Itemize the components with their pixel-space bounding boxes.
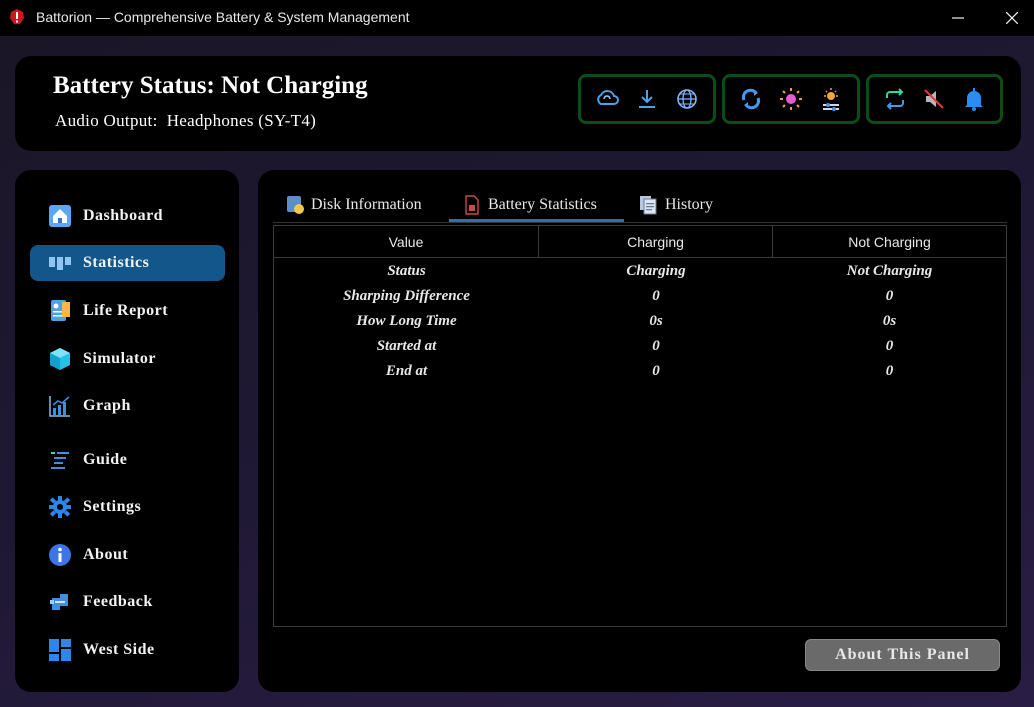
tab-label: Battery Statistics [488,196,597,213]
main-panel: Disk Information Battery Statistics Hist… [258,170,1021,692]
display-brightness-icon[interactable] [818,86,844,112]
sync-icon[interactable] [738,86,764,112]
refresh-icon[interactable] [882,86,908,112]
sidebar-item-feedback[interactable]: Feedback [30,584,225,620]
window-title: Battorion — Comprehensive Battery & Syst… [36,9,410,25]
sidebar-item-label: Statistics [83,254,150,271]
table-body: Status Charging Not Charging Sharping Di… [274,259,1006,384]
home-icon [48,204,72,228]
guide-icon [48,448,72,472]
gear-icon [48,495,72,519]
sidebar-item-simulator[interactable]: Simulator [30,341,225,377]
sidebar-item-label: Dashboard [83,207,164,224]
audio-output-value: Headphones (SY-T4) [166,111,317,130]
tab-disk-information[interactable]: Disk Information [285,190,422,220]
not-charging-cell: Not Charging [846,263,933,279]
sidebar-item-about[interactable]: About [30,537,225,573]
sidebar-item-statistics[interactable]: Statistics [30,245,225,281]
sidebar-item-guide[interactable]: Guide [30,442,225,478]
tab-history[interactable]: History [639,190,713,220]
sidebar-item-label: About [83,546,129,563]
not-charging-cell: 0 [885,363,894,379]
charging-cell: 0 [652,288,660,304]
sidebar-item-label: Guide [83,451,128,468]
tab-label: Disk Information [311,196,422,213]
sidebar-item-label: Settings [83,498,142,515]
column-header-value[interactable]: Value [274,226,539,257]
audio-output-line: Audio Output: Headphones (SY-T4) [55,111,316,131]
bell-icon[interactable] [961,86,987,112]
feedback-icon [48,590,72,614]
disk-icon [285,195,305,215]
grid-icon [48,638,72,662]
not-charging-cell: 0s [882,313,897,329]
column-header-charging[interactable]: Charging [539,226,773,257]
sidebar-item-label: Life Report [83,302,169,319]
graph-icon [48,394,72,418]
toolbar-group-network [578,74,716,124]
table-header: Value Charging Not Charging [274,226,1006,258]
status-header: Battery Status: Not Charging Audio Outpu… [15,56,1021,151]
table-row: End at 0 0 [274,359,1006,384]
row-label: Status [387,263,426,279]
tab-battery-statistics[interactable]: Battery Statistics [462,190,597,220]
audio-output-label: Audio Output: [55,111,158,130]
minimize-button[interactable] [935,0,981,36]
charging-cell: Charging [626,263,686,279]
sidebar-item-west-side[interactable]: West Side [30,632,225,668]
statistics-icon [48,251,72,275]
history-icon [639,195,659,215]
table-row: Status Charging Not Charging [274,259,1006,284]
sidebar: Dashboard Statistics Life Report Simulat… [15,170,239,692]
table-row: Sharping Difference 0 0 [274,284,1006,309]
toolbar-group-system [866,74,1003,124]
sidebar-item-label: Feedback [83,593,153,610]
battery-statistics-table: Value Charging Not Charging Status Charg… [273,225,1007,627]
sidebar-item-label: Graph [83,397,131,414]
table-row: How Long Time 0s 0s [274,309,1006,334]
globe-icon[interactable] [674,86,700,112]
sidebar-item-graph[interactable]: Graph [30,388,225,424]
brightness-icon[interactable] [778,86,804,112]
info-icon [48,543,72,567]
charging-cell: 0 [652,363,660,379]
toolbar-group-display [722,74,860,124]
row-label: End at [385,363,428,379]
charging-cell: 0s [649,313,663,329]
sidebar-item-label: Simulator [83,350,156,367]
sidebar-item-label: West Side [83,641,155,658]
not-charging-cell: 0 [885,288,894,304]
row-label: Started at [376,338,437,354]
row-label: How Long Time [356,313,457,329]
sidebar-item-settings[interactable]: Settings [30,489,225,525]
column-header-not-charging[interactable]: Not Charging [773,226,1006,257]
not-charging-cell: 0 [885,338,894,354]
battery-status-title: Battery Status: Not Charging [53,72,368,99]
sidebar-item-life-report[interactable]: Life Report [30,293,225,329]
row-label: Sharping Difference [343,288,470,304]
close-button[interactable] [989,0,1034,36]
tab-divider [273,222,1007,223]
title-bar: Battorion — Comprehensive Battery & Syst… [0,0,1034,36]
cube-icon [48,347,72,371]
charging-cell: 0 [652,338,660,354]
cloud-sync-icon[interactable] [594,86,620,112]
app-alert-icon [8,8,26,26]
download-icon[interactable] [634,86,660,112]
battery-doc-icon [462,195,482,215]
sidebar-item-dashboard[interactable]: Dashboard [30,198,225,234]
tab-label: History [665,196,713,213]
table-row: Started at 0 0 [274,334,1006,359]
about-this-panel-button[interactable]: About This Panel [805,639,1000,671]
report-icon [48,299,72,323]
mute-icon[interactable] [921,86,947,112]
